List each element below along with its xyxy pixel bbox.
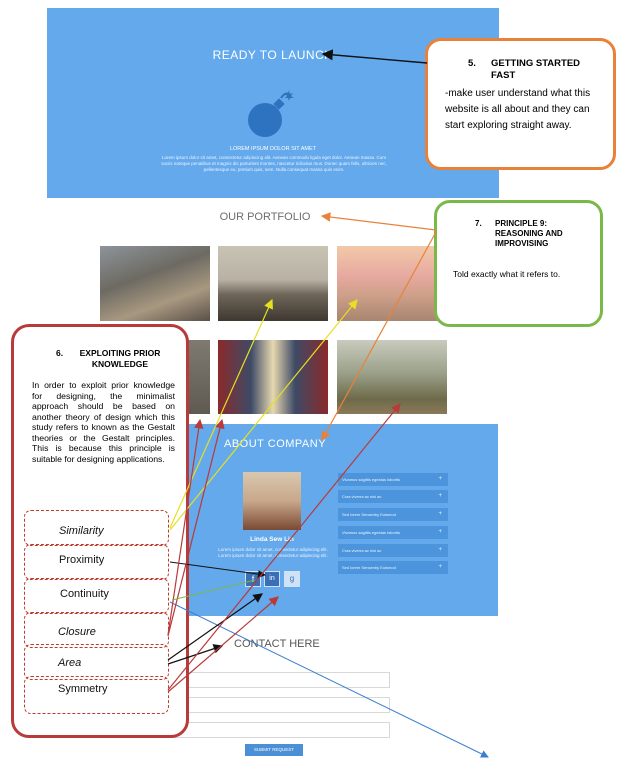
arrow-portfolio <box>320 212 437 231</box>
arrow-launch <box>321 49 428 64</box>
arrow-symmetry-2 <box>167 596 279 693</box>
arrow-about-orange <box>321 231 437 442</box>
arrow-area-1 <box>167 593 263 661</box>
arrow-similarity-1 <box>169 298 273 529</box>
arrow-symmetry-1 <box>167 403 401 691</box>
annotation-arrows <box>167 49 489 758</box>
arrow-green <box>171 579 256 601</box>
arrow-similarity-2 <box>169 299 358 531</box>
